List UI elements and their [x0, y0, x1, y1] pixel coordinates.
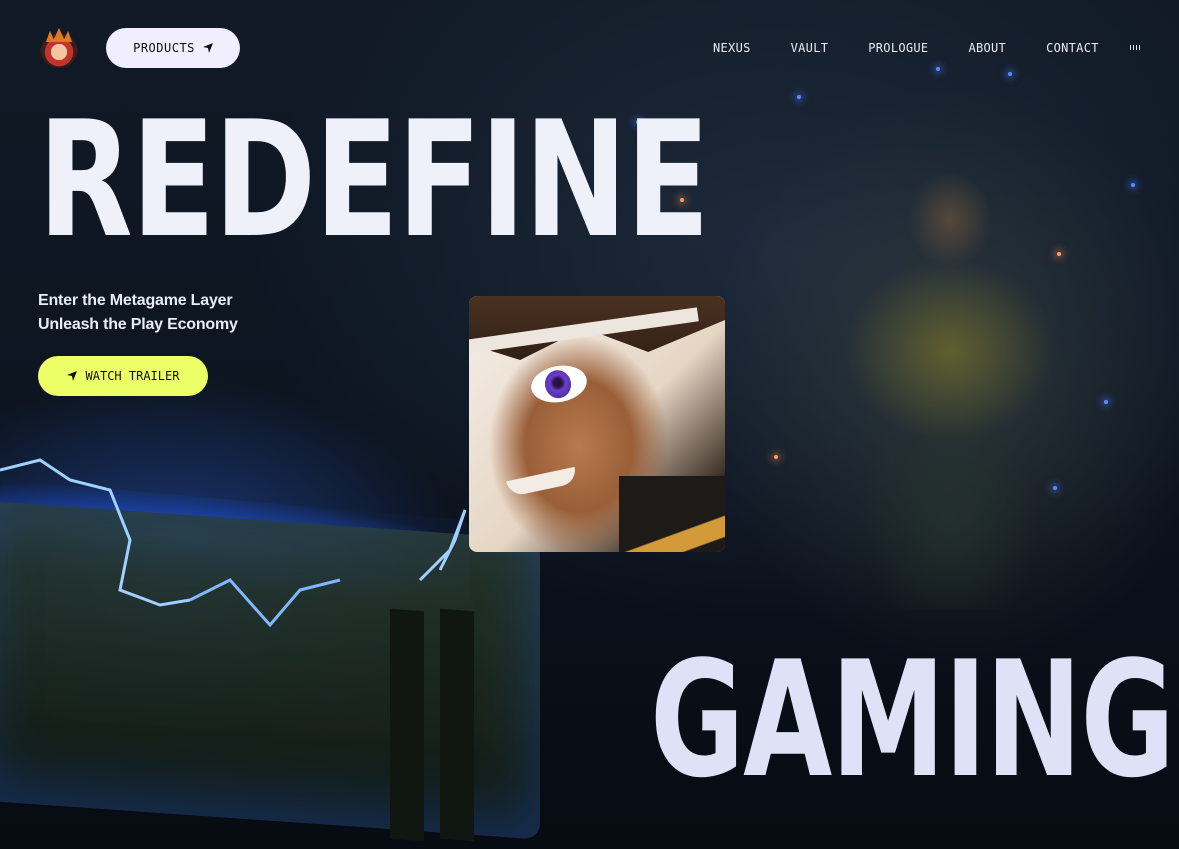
next-video-preview[interactable]: [469, 296, 725, 552]
headline-bottom: GAMING: [650, 626, 1175, 813]
products-label: PRODUCTS: [133, 41, 195, 55]
tagline-line-1: Enter the Metagame Layer: [38, 292, 233, 309]
products-button[interactable]: PRODUCTS: [106, 28, 240, 68]
site-header: PRODUCTS NEXUS VAULT PROLOGUE ABOUT CONT…: [0, 0, 1179, 96]
logo-icon[interactable]: [40, 28, 78, 68]
nav-link-contact[interactable]: CONTACT: [1046, 41, 1099, 55]
watch-trailer-label: WATCH TRAILER: [85, 369, 180, 383]
tagline-line-2: Unleash the Play Economy: [38, 316, 238, 333]
hero-tagline: Enter the Metagame Layer Unleash the Pla…: [38, 289, 238, 337]
nav-link-nexus[interactable]: NEXUS: [713, 41, 751, 55]
audio-bars-icon[interactable]: [1130, 44, 1140, 50]
nav-link-vault[interactable]: VAULT: [791, 41, 829, 55]
watch-trailer-button[interactable]: WATCH TRAILER: [38, 356, 208, 396]
lightning-effect: [0, 458, 467, 628]
background-character: [800, 160, 1100, 610]
send-arrow-icon: [202, 43, 213, 53]
send-arrow-icon: [66, 371, 77, 381]
preview-eye: [528, 361, 590, 407]
nav-link-prologue[interactable]: PROLOGUE: [868, 41, 928, 55]
nav-link-about[interactable]: ABOUT: [968, 41, 1006, 55]
main-nav: NEXUS VAULT PROLOGUE ABOUT CONTACT: [713, 41, 1099, 55]
headline-top: REDEFINE: [38, 86, 710, 273]
preview-smile: [506, 466, 578, 498]
preview-collar: [619, 476, 725, 552]
